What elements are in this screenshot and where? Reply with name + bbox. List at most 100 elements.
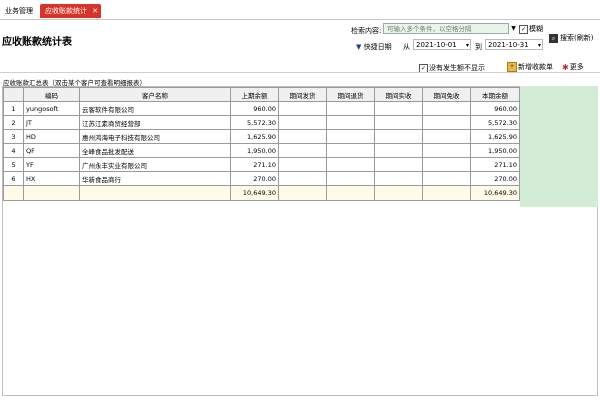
table-row[interactable]: 1 yungosoft 云客软件有限公司 960.00 960.00	[3, 101, 520, 116]
from-label: 从	[403, 43, 410, 51]
search-label: 检索内容:	[351, 27, 382, 35]
total-code	[23, 185, 80, 201]
cell-received	[374, 171, 423, 186]
cell-customer: 广州永丰实业有限公司	[79, 157, 231, 172]
total-customer	[79, 185, 231, 201]
cell-returned	[326, 157, 375, 172]
total-waived	[422, 185, 471, 201]
triangle-down-icon: ▼	[356, 43, 362, 51]
cell-code: HD	[23, 129, 80, 144]
cell-prev-balance: 960.00	[230, 101, 279, 116]
row-index: 6	[3, 171, 24, 186]
cell-code: QF	[23, 143, 80, 158]
col-header-cur-balance[interactable]: 本期余额	[470, 87, 520, 102]
col-header-received[interactable]: 期间实收	[374, 87, 423, 102]
table-row[interactable]: 4 QF 全峰食品批发配送 1,950.00 1,950.00	[3, 143, 520, 158]
cell-waived	[422, 157, 471, 172]
cell-customer: 全峰食品批发配送	[79, 143, 231, 158]
col-header-shipped[interactable]: 期间发货	[278, 87, 327, 102]
cell-customer: 华新食品商行	[79, 171, 231, 186]
cell-cur-balance: 271.10	[470, 157, 520, 172]
cell-prev-balance: 5,572.30	[230, 115, 279, 130]
table-row[interactable]: 2 JT 江苏江素商贸经营部 5,572.30 5,572.30	[3, 115, 520, 130]
cell-waived	[422, 129, 471, 144]
tab-receivables-stats[interactable]: 应收账款统计 ✕	[40, 4, 101, 18]
checkbox-checked-icon: ✓	[519, 24, 528, 34]
grid-empty-area	[520, 86, 598, 207]
cell-returned	[326, 115, 375, 130]
cell-code: YF	[23, 157, 80, 172]
cell-shipped	[278, 143, 327, 158]
chevron-down-icon[interactable]: ▾	[538, 40, 541, 51]
total-shipped	[278, 185, 327, 201]
cell-shipped	[278, 115, 327, 130]
total-received	[374, 185, 423, 201]
from-date-field[interactable]: 2021-10-01 ▾	[413, 39, 471, 50]
cell-waived	[422, 171, 471, 186]
to-label: 到	[475, 43, 482, 51]
cell-returned	[326, 101, 375, 116]
chevron-down-icon[interactable]: ▼	[509, 23, 518, 34]
divider	[0, 72, 600, 73]
quick-date-label: 快捷日期	[363, 43, 392, 51]
col-header-prev-balance[interactable]: 上期余额	[230, 87, 279, 102]
cell-received	[374, 129, 423, 144]
cell-customer: 云客软件有限公司	[79, 101, 231, 116]
col-header-index	[3, 87, 24, 102]
total-index	[3, 185, 24, 201]
col-header-code[interactable]: 编码	[23, 87, 80, 102]
total-prev-balance: 10,649.30	[230, 185, 279, 201]
cell-cur-balance: 1,625.90	[470, 129, 520, 144]
cell-shipped	[278, 101, 327, 116]
search-icon: ⌕	[549, 33, 558, 43]
tab-business-management[interactable]: 业务管理	[0, 4, 38, 18]
cell-shipped	[278, 171, 327, 186]
totals-row: 10,649.30 10,649.30	[3, 185, 520, 201]
cell-returned	[326, 143, 375, 158]
page-title: 应收账款统计表	[2, 37, 72, 48]
search-button-label: 搜索(刷新)	[560, 34, 594, 42]
fuzzy-checkbox[interactable]: ✓ 模糊	[519, 24, 543, 34]
cell-code: HX	[23, 171, 80, 186]
search-input[interactable]	[383, 23, 509, 34]
quick-date-toggle[interactable]: ▼ 快捷日期	[356, 42, 392, 52]
table-row[interactable]: 6 HX 华新食品商行 270.00 270.00	[3, 171, 520, 186]
receipt-icon: +	[507, 62, 517, 72]
total-returned	[326, 185, 375, 201]
cell-returned	[326, 171, 375, 186]
col-header-customer[interactable]: 客户名称	[79, 87, 231, 102]
col-header-waived[interactable]: 期间免收	[422, 87, 471, 102]
cell-received	[374, 157, 423, 172]
table-row[interactable]: 5 YF 广州永丰实业有限公司 271.10 271.10	[3, 157, 520, 172]
tab-label: 应收账款统计	[45, 7, 87, 15]
cell-prev-balance: 271.10	[230, 157, 279, 172]
cell-received	[374, 143, 423, 158]
to-date-field[interactable]: 2021-10-31 ▾	[485, 39, 543, 50]
cell-prev-balance: 270.00	[230, 171, 279, 186]
more-label: 更多	[569, 63, 584, 71]
new-receipt-label: 新增收款单	[518, 63, 553, 71]
cell-shipped	[278, 129, 327, 144]
cell-cur-balance: 1,950.00	[470, 143, 520, 158]
table-row[interactable]: 3 HD 惠州鸿海电子科技有限公司 1,625.90 1,625.90	[3, 129, 520, 144]
col-header-returned[interactable]: 期间退货	[326, 87, 375, 102]
close-icon[interactable]: ✕	[92, 4, 98, 18]
more-icon: ✱	[562, 62, 569, 72]
cell-cur-balance: 270.00	[470, 171, 520, 186]
hide-zero-label: 没有发生额不显示	[429, 64, 485, 72]
cell-received	[374, 101, 423, 116]
to-date-value: 2021-10-31	[488, 41, 529, 49]
cell-prev-balance: 1,625.90	[230, 129, 279, 144]
total-cur-balance: 10,649.30	[470, 185, 520, 201]
receivables-table: 编码 客户名称 上期余额 期间发货 期间退货 期间实收 期间免收 本期余额 1 …	[3, 87, 520, 201]
cell-returned	[326, 129, 375, 144]
cell-cur-balance: 5,572.30	[470, 115, 520, 130]
cell-cur-balance: 960.00	[470, 101, 520, 116]
row-index: 1	[3, 101, 24, 116]
chevron-down-icon[interactable]: ▾	[466, 40, 469, 51]
more-button[interactable]: ✱ 更多	[562, 62, 584, 72]
new-receipt-button[interactable]: + 新增收款单	[507, 62, 553, 72]
search-refresh-button[interactable]: ⌕ 搜索(刷新)	[549, 33, 593, 43]
cell-code: JT	[23, 115, 80, 130]
cell-received	[374, 115, 423, 130]
